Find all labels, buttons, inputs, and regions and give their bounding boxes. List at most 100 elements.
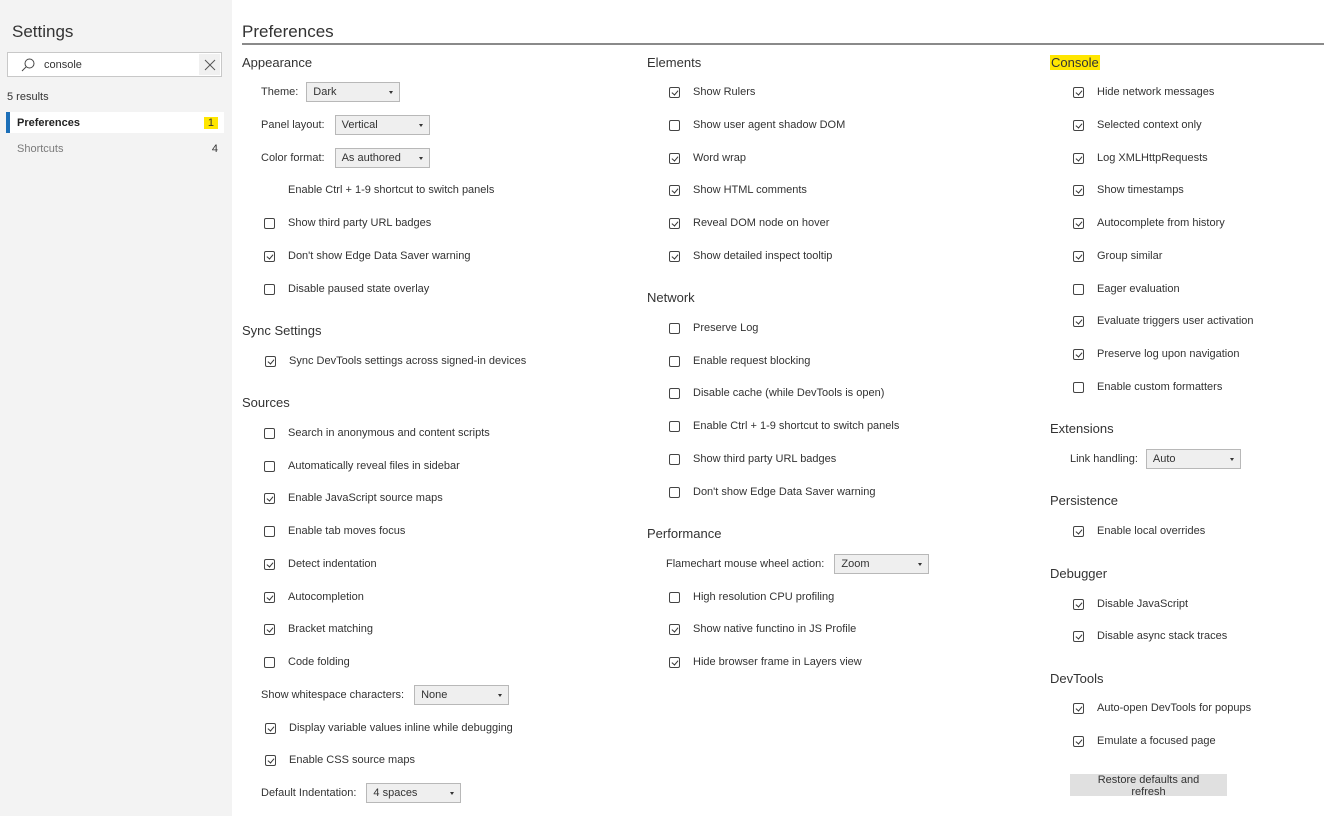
checkbox[interactable] <box>1073 315 1084 327</box>
checkbox[interactable] <box>1073 184 1084 196</box>
checkbox[interactable] <box>1073 525 1084 537</box>
checkbox-row[interactable]: Disable JavaScript <box>1073 596 1188 612</box>
checkbox-row[interactable]: Selected context only <box>1073 117 1202 133</box>
clear-search-button[interactable] <box>199 54 220 75</box>
checkbox[interactable] <box>264 591 275 603</box>
checkbox-row[interactable]: Show HTML comments <box>669 182 807 198</box>
checkbox-row[interactable]: Disable cache (while DevTools is open) <box>669 385 884 401</box>
checkbox[interactable] <box>264 492 275 504</box>
checkbox[interactable] <box>669 355 680 367</box>
checkbox[interactable] <box>1073 119 1084 131</box>
checkbox[interactable] <box>669 86 680 98</box>
checkbox-row[interactable]: Search in anonymous and content scripts <box>264 425 490 441</box>
checkbox-row[interactable]: Hide browser frame in Layers view <box>669 654 862 670</box>
checkbox[interactable] <box>669 119 680 131</box>
checkbox-row[interactable]: Hide network messages <box>1073 84 1214 100</box>
checkbox[interactable] <box>669 250 680 262</box>
checkbox[interactable] <box>265 754 276 766</box>
checkbox[interactable] <box>669 591 680 603</box>
checkbox[interactable] <box>1073 217 1084 229</box>
flamechart-select[interactable]: Zoom <box>834 554 930 574</box>
search-input[interactable] <box>44 56 194 74</box>
checkbox[interactable] <box>1073 381 1084 393</box>
checkbox[interactable] <box>669 453 680 465</box>
checkbox-row[interactable]: Auto-open DevTools for popups <box>1073 700 1251 716</box>
checkbox[interactable] <box>264 427 275 439</box>
checkbox[interactable] <box>264 217 275 229</box>
checkbox[interactable] <box>1073 86 1084 98</box>
checkbox-row[interactable]: Preserve Log <box>669 320 758 336</box>
checkbox-row[interactable]: Show user agent shadow DOM <box>669 117 845 133</box>
checkbox[interactable] <box>1073 598 1084 610</box>
checkbox[interactable] <box>1073 702 1084 714</box>
checkbox[interactable] <box>264 283 275 295</box>
checkbox-row[interactable]: Code folding <box>264 654 350 670</box>
checkbox-row[interactable]: Show detailed inspect tooltip <box>669 248 832 264</box>
checkbox[interactable] <box>1073 283 1084 295</box>
search-box[interactable] <box>7 52 222 77</box>
checkbox[interactable] <box>669 420 680 432</box>
checkbox[interactable] <box>669 184 680 196</box>
checkbox-row[interactable]: Autocomplete from history <box>1073 215 1225 231</box>
checkbox-row[interactable]: Enable tab moves focus <box>264 523 405 539</box>
checkbox-row[interactable]: Enable request blocking <box>669 353 810 369</box>
checkbox-row[interactable]: Don't show Edge Data Saver warning <box>669 484 875 500</box>
checkbox-row[interactable]: Group similar <box>1073 248 1162 264</box>
checkbox[interactable] <box>1073 250 1084 262</box>
checkbox-row[interactable]: Show Rulers <box>669 84 755 100</box>
checkbox-row[interactable]: Show third party URL badges <box>669 451 836 467</box>
checkbox[interactable] <box>669 217 680 229</box>
checkbox-row[interactable]: Display variable values inline while deb… <box>265 720 513 736</box>
checkbox[interactable] <box>265 722 276 734</box>
checkbox[interactable] <box>1073 348 1084 360</box>
restore-defaults-button[interactable]: Restore defaults and refresh <box>1070 774 1227 798</box>
link-handling-select[interactable]: Auto <box>1145 449 1241 469</box>
checkbox[interactable] <box>1073 630 1084 642</box>
checkbox[interactable] <box>669 322 680 334</box>
checkbox[interactable] <box>669 387 680 399</box>
whitespace-select[interactable]: None <box>414 685 510 705</box>
checkbox[interactable] <box>1073 735 1084 747</box>
checkbox-row[interactable]: Show native functino in JS Profile <box>669 621 856 637</box>
checkbox[interactable] <box>669 486 680 498</box>
checkbox[interactable] <box>264 558 275 570</box>
checkbox-row[interactable]: Bracket matching <box>264 621 373 637</box>
checkbox[interactable] <box>264 656 275 668</box>
checkbox[interactable] <box>264 460 275 472</box>
checkbox[interactable] <box>265 355 276 367</box>
sidebar-item-preferences[interactable]: Preferences 1 <box>6 112 224 133</box>
checkbox-row[interactable]: High resolution CPU profiling <box>669 589 834 605</box>
checkbox-row[interactable]: Enable CSS source maps <box>265 752 415 768</box>
checkbox-row[interactable]: Word wrap <box>669 150 746 166</box>
checkbox-row[interactable]: Enable custom formatters <box>1073 379 1222 395</box>
checkbox-row[interactable]: Detect indentation <box>264 556 377 572</box>
checkbox-row[interactable]: Eager evaluation <box>1073 281 1180 297</box>
checkbox-row[interactable]: Autocompletion <box>264 589 364 605</box>
checkbox-row[interactable]: Disable async stack traces <box>1073 628 1227 644</box>
theme-select[interactable]: Dark <box>306 82 401 102</box>
checkbox[interactable] <box>669 152 680 164</box>
checkbox-row[interactable]: Emulate a focused page <box>1073 733 1216 749</box>
checkbox-row[interactable]: Enable JavaScript source maps <box>264 490 443 506</box>
checkbox[interactable] <box>264 525 275 537</box>
checkbox-row[interactable]: Disable paused state overlay <box>264 281 429 297</box>
checkbox[interactable] <box>264 250 275 262</box>
sidebar-item-shortcuts[interactable]: Shortcuts 4 <box>6 138 224 159</box>
checkbox-row[interactable]: Show timestamps <box>1073 182 1184 198</box>
indentation-select[interactable]: 4 spaces <box>366 783 462 803</box>
checkbox-row[interactable]: Log XMLHttpRequests <box>1073 150 1208 166</box>
checkbox-row[interactable]: Sync DevTools settings across signed-in … <box>265 353 526 369</box>
color-format-select[interactable]: As authored <box>334 148 430 168</box>
checkbox[interactable] <box>669 656 680 668</box>
checkbox-row[interactable]: Automatically reveal files in sidebar <box>264 458 460 474</box>
checkbox-row[interactable]: Evaluate triggers user activation <box>1073 313 1254 329</box>
checkbox-row[interactable]: Preserve log upon navigation <box>1073 346 1239 362</box>
checkbox[interactable] <box>264 623 275 635</box>
panel-layout-select[interactable]: Vertical <box>334 115 430 135</box>
checkbox[interactable] <box>669 623 680 635</box>
checkbox[interactable] <box>1073 152 1084 164</box>
checkbox-row[interactable]: Show third party URL badges <box>264 215 431 231</box>
checkbox-row[interactable]: Enable Ctrl + 1-9 shortcut to switch pan… <box>669 418 899 434</box>
checkbox-row[interactable]: Enable local overrides <box>1073 523 1205 539</box>
checkbox-row[interactable]: Don't show Edge Data Saver warning <box>264 248 470 264</box>
